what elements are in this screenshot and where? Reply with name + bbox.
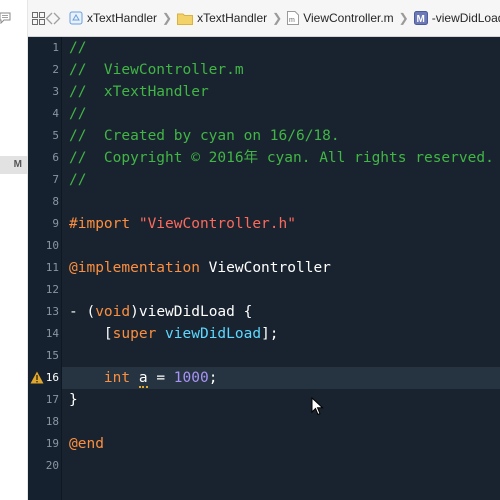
svg-text:m: m xyxy=(289,17,295,24)
code-line[interactable]: - (void)viewDidLoad { xyxy=(62,301,500,323)
code-token-plain: [ xyxy=(69,326,113,342)
warning-icon[interactable] xyxy=(30,371,44,384)
code-line[interactable]: [super viewDidLoad]; xyxy=(62,323,500,345)
breadcrumb-file[interactable]: m ViewController.m xyxy=(287,11,394,25)
line-number: 2 xyxy=(52,63,59,76)
code-token-str: "ViewController.h" xyxy=(138,216,296,232)
code-line[interactable]: // xTextHandler xyxy=(62,81,500,103)
code-token-comment: // xyxy=(69,40,87,56)
code-token-meth: viewDidLoad xyxy=(165,326,262,342)
line-number: 7 xyxy=(52,173,59,186)
chevron-right-icon xyxy=(53,12,61,24)
m-file-icon: m xyxy=(287,11,300,25)
code-line[interactable] xyxy=(62,279,500,301)
code-token-comment: // xyxy=(69,172,87,188)
code-line[interactable]: @end xyxy=(62,433,500,455)
line-number: 10 xyxy=(45,239,59,252)
project-icon xyxy=(69,11,83,25)
code-line[interactable]: // Copyright © 2016年 cyan. All rights re… xyxy=(62,147,500,169)
line-number: 5 xyxy=(52,129,59,142)
method-icon: M xyxy=(413,11,428,25)
code-token-plain: } xyxy=(69,392,78,408)
line-number: 9 xyxy=(52,217,59,230)
breadcrumb-project[interactable]: xTextHandler xyxy=(69,11,157,25)
code-line[interactable] xyxy=(62,345,500,367)
code-token-key: void xyxy=(95,304,131,320)
code-token-comment: // xyxy=(69,106,87,122)
line-number: 11 xyxy=(45,261,59,274)
code-line[interactable] xyxy=(62,235,500,257)
breadcrumb-method-label: -viewDidLoad xyxy=(431,11,500,25)
svg-text:M: M xyxy=(416,14,424,25)
line-number: 6 xyxy=(52,151,59,164)
current-code-line[interactable]: int a = 1000; xyxy=(62,367,500,389)
breadcrumb-folder-label: xTextHandler xyxy=(197,11,268,25)
code-token-pre: #import xyxy=(69,216,139,232)
folder-icon xyxy=(177,13,194,25)
code-token-plain: a xyxy=(138,370,148,388)
code-line[interactable]: @implementation ViewController xyxy=(62,257,500,279)
breadcrumb-file-label: ViewController.m xyxy=(303,11,394,25)
breadcrumb-method[interactable]: M -viewDidLoad xyxy=(413,11,500,25)
code-token-plain: = xyxy=(147,370,174,386)
line-number: 4 xyxy=(52,107,59,120)
line-number: 19 xyxy=(45,437,59,450)
code-token-comment: // Created by cyan on 16/6/18. xyxy=(69,128,340,144)
grid-icon xyxy=(32,11,45,25)
code-token-comment: // ViewController.m xyxy=(69,62,244,78)
mouse-pointer-icon xyxy=(311,397,324,416)
code-token-key: @implementation xyxy=(69,260,200,276)
breadcrumb-separator: ❯ xyxy=(398,11,409,25)
navigator-strip: M xyxy=(0,0,28,500)
code-token-key: super xyxy=(112,326,157,342)
code-line[interactable]: #import "ViewController.h" xyxy=(62,213,500,235)
code-line[interactable]: // xyxy=(62,103,500,125)
code-line[interactable]: // xyxy=(62,169,500,191)
line-number: 8 xyxy=(52,195,59,208)
code-token-comment: // xTextHandler xyxy=(69,84,209,100)
code-token-key: @end xyxy=(69,436,104,452)
forward-button[interactable] xyxy=(53,8,61,28)
line-number: 15 xyxy=(45,349,59,362)
line-number-gutter[interactable]: 1 2 3 4 5 6 7 8 9 10 11 12 13 14 15 16 17 18 19 20 xyxy=(28,37,62,500)
breadcrumb-separator: ❯ xyxy=(162,11,173,25)
line-number: 3 xyxy=(52,85,59,98)
code-line[interactable]: // xyxy=(62,37,500,59)
line-number: 20 xyxy=(45,459,59,472)
code-line[interactable] xyxy=(62,191,500,213)
line-number: 18 xyxy=(45,415,59,428)
breadcrumb-separator: ❯ xyxy=(272,11,283,25)
code-token-plain: )viewDidLoad { xyxy=(130,304,253,320)
code-token-plain: ]; xyxy=(261,326,279,342)
code-line[interactable] xyxy=(62,411,500,433)
comment-icon[interactable] xyxy=(0,12,12,24)
code-token-num: 1000 xyxy=(173,370,209,386)
back-button[interactable] xyxy=(45,8,53,28)
code-token-comment: // Copyright © 2016年 cyan. All rights re… xyxy=(69,150,494,166)
code-token-plain: - ( xyxy=(69,304,96,320)
breadcrumb-project-label: xTextHandler xyxy=(87,11,158,25)
line-number: 1 xyxy=(52,41,59,54)
breadcrumb-folder[interactable]: xTextHandler xyxy=(177,11,267,25)
code-line[interactable]: } xyxy=(62,389,500,411)
jump-bar: xTextHandler ❯ xTextHandler ❯ m ViewCont… xyxy=(28,0,500,37)
code-editor[interactable]: // // ViewController.m // xTextHandler // //… xyxy=(62,37,500,500)
code-line[interactable]: // ViewController.m xyxy=(62,59,500,81)
chevron-left-icon xyxy=(45,12,53,24)
line-number: 12 xyxy=(45,283,59,296)
code-line[interactable]: // Created by cyan on 16/6/18. xyxy=(62,125,500,147)
scm-modified-badge: M xyxy=(0,156,28,174)
line-number: 14 xyxy=(45,327,59,340)
code-token-key: int xyxy=(103,370,131,386)
code-line[interactable] xyxy=(62,455,500,477)
line-number: 17 xyxy=(45,393,59,406)
related-items-button[interactable] xyxy=(32,8,45,28)
code-token-plain: ; xyxy=(208,370,218,386)
line-number: 13 xyxy=(45,305,59,318)
code-token-plain: ViewController xyxy=(199,260,331,276)
